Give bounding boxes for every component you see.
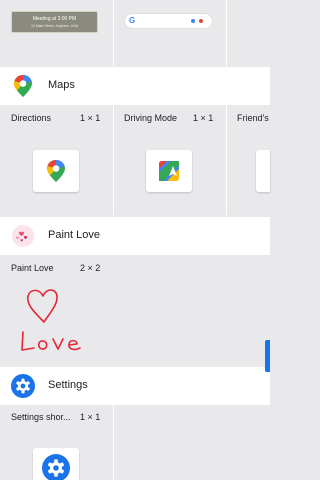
app-header-maps[interactable]: Maps [0, 67, 270, 105]
google-maps-pin-icon [11, 74, 35, 98]
widget-label-directions: Directions [11, 113, 52, 123]
column-divider [113, 105, 114, 215]
widget-size-directions: 1 × 1 [80, 113, 101, 123]
mic-dot-icon [191, 19, 195, 23]
column-divider [226, 0, 227, 66]
preview-title: Meeting at 3:00 PM [32, 16, 77, 22]
paint-love-widget-preview[interactable] [14, 282, 94, 360]
gear-icon [42, 454, 70, 480]
preview-subtitle: 10 Main Street, Anytown, USA [30, 24, 79, 28]
widget-label-paint-love: Paint Love [11, 263, 54, 273]
gear-icon [11, 374, 35, 398]
column-divider [113, 405, 114, 480]
google-logo-icon: G [129, 16, 136, 25]
widget-label-settings-shortcut: Settings shor... [11, 412, 71, 422]
widget-size-settings-shortcut: 1 × 1 [80, 412, 101, 422]
lens-dot-icon [199, 19, 203, 23]
app-name-paint-love: Paint Love [48, 229, 100, 241]
widget-size-paint-love: 2 × 2 [80, 263, 101, 273]
paint-love-hearts-icon [11, 224, 35, 248]
maps-driving-icon [159, 161, 179, 181]
widget-size-driving-mode: 1 × 1 [193, 113, 214, 123]
app-name-maps: Maps [48, 79, 75, 91]
maps-pin-icon [47, 160, 65, 182]
widget-label-friends: Friend's [237, 113, 269, 123]
calendar-widget-preview[interactable]: Meeting at 3:00 PM 10 Main Street, Anyto… [11, 11, 98, 33]
column-divider [226, 105, 227, 215]
google-search-widget-preview[interactable]: G [125, 14, 212, 28]
app-header-settings[interactable]: Settings [0, 367, 270, 405]
driving-mode-widget-preview[interactable] [146, 150, 192, 192]
app-header-paint-love[interactable]: Paint Love [0, 217, 270, 255]
love-drawing [21, 289, 81, 351]
widget-label-driving-mode: Driving Mode [124, 113, 178, 123]
directions-widget-preview[interactable] [33, 150, 79, 192]
friends-widget-preview[interactable] [256, 150, 270, 192]
settings-shortcut-widget-preview[interactable] [33, 448, 79, 480]
column-divider [113, 0, 114, 66]
scrollbar-thumb[interactable] [265, 340, 270, 372]
app-name-settings: Settings [48, 379, 88, 391]
